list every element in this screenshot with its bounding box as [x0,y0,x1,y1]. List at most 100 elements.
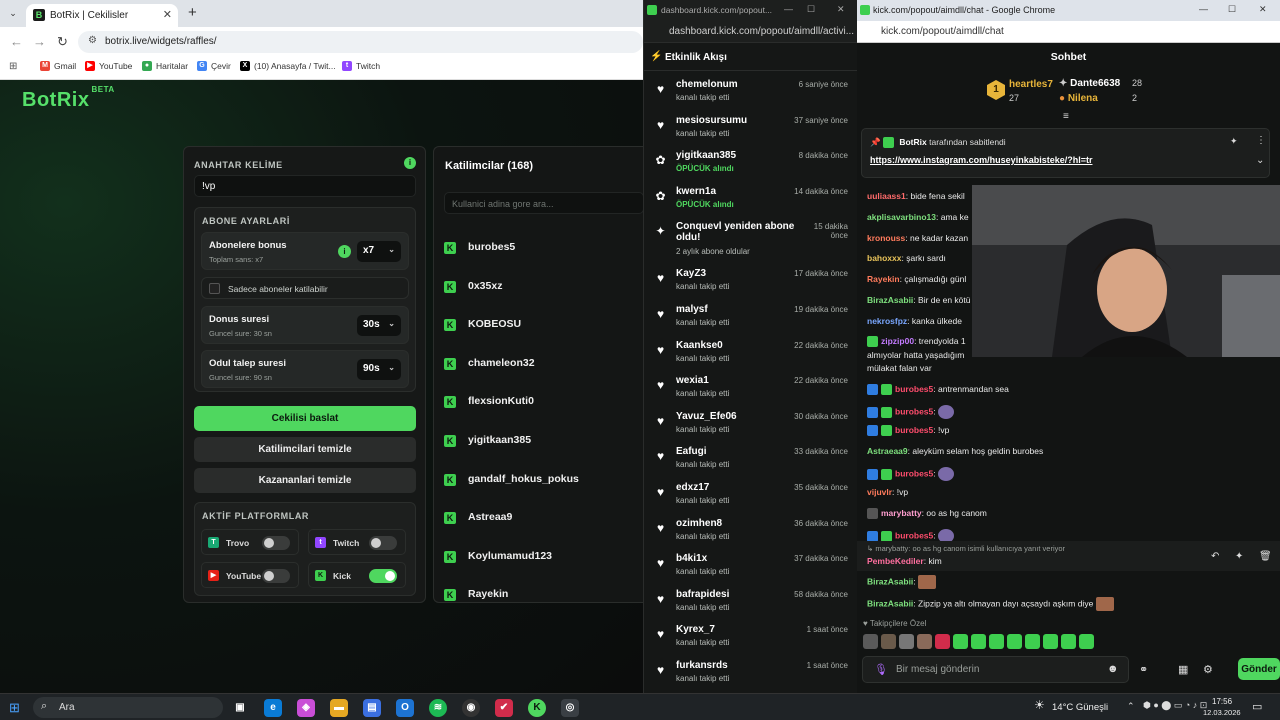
leader-name[interactable]: heartles7 [1009,79,1053,90]
spotify-icon[interactable]: ≋ [429,699,447,717]
kick-app-icon[interactable]: K [528,699,546,717]
tab-list-chevron-icon[interactable]: ⌄ [6,6,20,20]
participant-item[interactable]: Kchameleon32 [444,357,535,373]
activity-name[interactable]: Kyrex_7 [676,624,715,635]
chat-user[interactable]: Astraeaa9 [867,446,908,456]
sub-bonus-info-icon[interactable]: i [338,245,351,258]
activity-name[interactable]: furkansrds [676,660,728,671]
botrix-logo[interactable]: BotRix BETA [22,85,114,112]
tab-botrix[interactable]: B BotRix | Cekilisler ✕ [26,4,178,27]
chat-user[interactable]: zipzip00 [881,336,914,346]
platform-kick[interactable]: K Kick [308,562,406,588]
bonus-time-select[interactable]: 30s ⌄ [357,315,401,336]
claim-time-select[interactable]: 90s ⌄ [357,359,401,380]
activity-name[interactable]: Kaankse0 [676,340,723,351]
activity-name[interactable]: edxz17 [676,482,709,493]
bookmark-youtube[interactable]: ▶ YouTube [85,61,132,71]
participant-item[interactable]: K KOBEOSU [444,318,521,334]
emote-icon[interactable] [1079,634,1094,649]
youtube-toggle[interactable] [262,569,290,583]
emote-icon[interactable] [1025,634,1040,649]
clear-participants-button[interactable]: Katilimcilari temizle [194,437,416,462]
activity-name[interactable]: Conquevl yeniden abone oldu! [676,221,796,243]
notifications-icon[interactable]: ▭ [1252,700,1262,713]
emote-icon[interactable] [1061,634,1076,649]
site-info-icon[interactable]: ⚙ [88,35,97,46]
activity-name[interactable]: KayZ3 [676,268,706,279]
copilot-icon[interactable]: ◈ [297,699,315,717]
activity-name[interactable]: ozimhen8 [676,518,722,529]
emote-icon[interactable] [935,634,950,649]
microphone-icon[interactable]: 🎙 [874,663,888,676]
participant-item[interactable]: Kgandalf_hokus_pokus [444,473,579,489]
chat-user[interactable]: bahoxxx [867,253,902,263]
settings-gear-icon[interactable]: ⚙ [1203,663,1213,676]
collapse-chevron-icon[interactable]: ⌄ [1256,155,1264,166]
reply-user[interactable]: PembeKediler [867,556,924,566]
participant-item[interactable]: K Astreaa9 [444,511,512,527]
outlook-icon[interactable]: O [396,699,414,717]
emoji-icon[interactable]: ☻ [1107,663,1119,675]
kick-powerups-icon[interactable]: ⚭ [1139,663,1148,676]
chat-user[interactable]: kronouss [867,233,905,243]
participant-item[interactable]: K Rayekin [444,588,508,604]
apps-grid-icon[interactable]: ⊞ [9,61,17,72]
start-windows-icon[interactable]: ⊞ [9,700,20,716]
more-icon[interactable]: ⋮ [1256,135,1266,146]
back-icon[interactable]: ← [10,34,23,49]
maximize-icon[interactable]: ☐ [807,4,815,15]
leader-name[interactable]: ● Nilena [1059,93,1098,104]
edge-icon[interactable]: e [264,699,282,717]
emote-icon[interactable] [917,634,932,649]
sub-only-row[interactable]: Sadece aboneler katilabilir [201,277,409,299]
chat-input[interactable]: 🎙 Bir mesaj gönderin ☻ [862,656,1129,683]
emote-icon[interactable] [989,634,1004,649]
participant-item[interactable]: Kburobes5 [444,241,515,257]
taskbar-search[interactable]: ⌕ Ara [33,697,223,718]
chat-user[interactable]: akplisavarbino13 [867,212,936,222]
chat-user[interactable]: vijuvlr [867,487,892,497]
new-tab-icon[interactable]: + [188,4,197,21]
pin-message-icon[interactable]: ✦ [1235,551,1243,562]
emote-icon[interactable] [863,634,878,649]
platform-twitch[interactable]: t Twitch [308,529,406,555]
emote-icon[interactable] [971,634,986,649]
participant-item[interactable]: K Koylumamud123 [444,550,552,566]
chevron-up-icon[interactable]: ⌃ [1127,701,1135,712]
chat-user[interactable]: uuliaass1 [867,191,906,201]
keyword-input[interactable]: !vp [194,175,416,197]
app-red-icon[interactable]: ✔ [495,699,513,717]
activity-name[interactable]: malysf [676,304,708,315]
chat-user[interactable]: BirazAsabii [867,598,913,608]
chat-user[interactable]: burobes5 [895,384,933,394]
emote-icon[interactable] [1007,634,1022,649]
participant-item[interactable]: K 0x35xz [444,280,502,296]
send-button[interactable]: Gönder [1238,658,1280,680]
url-field[interactable]: ⚙ botrix.live/widgets/raffles/ [78,31,643,53]
expand-menu-icon[interactable]: ≡ [1063,111,1069,122]
activity-name[interactable]: chemelonum [676,79,738,90]
chat-user[interactable]: Rayekin [867,274,900,284]
delete-icon[interactable]: 🗑 [1259,551,1272,562]
chat-user[interactable]: nekrosfpz [867,316,907,326]
chat-user[interactable]: burobes5 [895,425,933,435]
bookmark-gmail[interactable]: M Gmail [40,61,76,71]
activity-name[interactable]: Yavuz_Efe06 [676,411,737,422]
platform-youtube[interactable]: ▶ YouTube [201,562,299,588]
activity-name[interactable]: mesiosursumu [676,115,747,126]
task-view-icon[interactable]: ▣ [231,699,249,717]
chat-user[interactable]: burobes5 [895,468,933,478]
maximize-icon[interactable]: ☐ [1228,4,1236,15]
weather-text[interactable]: 14°C Güneşli [1052,702,1108,713]
clock-date[interactable]: 12.03.2026 [1203,708,1241,717]
clock-time[interactable]: 17:56 [1212,697,1232,706]
reply-icon[interactable]: ↶ [1211,551,1219,562]
platform-trovo[interactable]: T Trovo [201,529,299,555]
twitch-toggle[interactable] [369,536,397,550]
emote-icon[interactable] [899,634,914,649]
store-app-icon[interactable]: ▤ [363,699,381,717]
minimize-icon[interactable]: — [1199,4,1208,14]
chat-user[interactable]: marybatty [881,508,922,518]
chat-user[interactable]: burobes5 [895,530,933,540]
pinned-link[interactable]: https://www.instagram.com/huseyinkabiste… [870,155,1092,165]
